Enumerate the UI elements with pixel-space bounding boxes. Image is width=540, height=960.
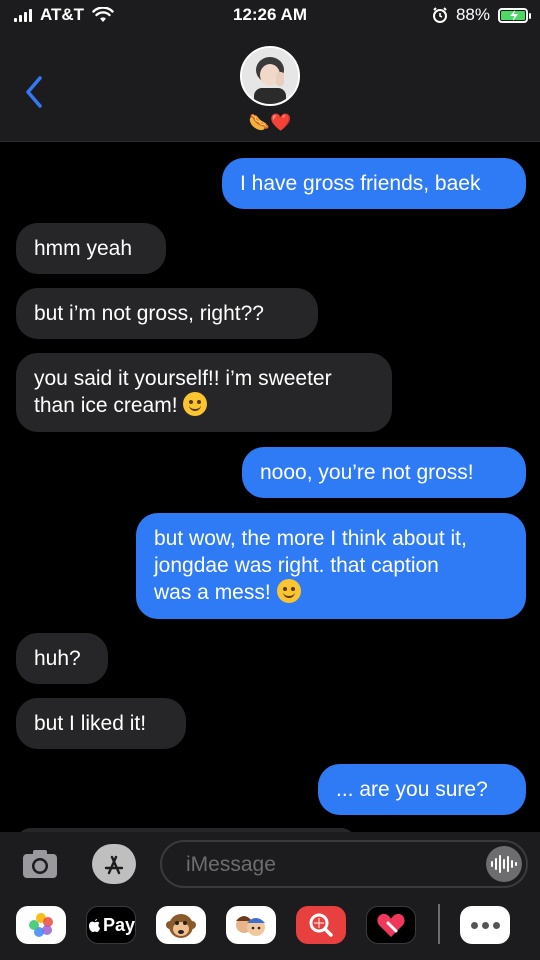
message-thread[interactable]: I have gross friends, baek hmm yeah but … — [0, 142, 540, 832]
status-right: 88% — [432, 5, 531, 25]
digital-touch-app-icon[interactable] — [366, 906, 416, 944]
animoji-app-icon[interactable] — [156, 906, 206, 944]
message-bubble-incoming[interactable]: hmm yeah — [16, 223, 166, 274]
contact-avatar[interactable] — [240, 46, 300, 106]
app-store-icon[interactable] — [92, 844, 136, 884]
sweat-smile-emoji-icon — [276, 579, 301, 603]
audio-message-icon[interactable] — [486, 846, 522, 882]
message-bubble-outgoing[interactable]: I have gross friends, baek — [222, 158, 526, 209]
message-input[interactable]: iMessage — [160, 840, 528, 888]
contact-name-emoji[interactable]: 🌭❤️ — [0, 113, 540, 133]
message-text: I have gross friends, baek — [240, 172, 481, 195]
message-text: but I liked it! — [34, 712, 147, 735]
photos-app-icon[interactable] — [16, 906, 66, 944]
status-bar: AT&T 12:26 AM 88% — [0, 0, 540, 34]
back-chevron-icon[interactable] — [22, 74, 48, 110]
app-drawer-divider — [438, 904, 440, 944]
message-bubble-outgoing[interactable]: nooo, you’re not gross! — [242, 447, 526, 498]
message-text-line: you said it yourself!! i’m sweeter — [34, 367, 332, 390]
apple-logo-icon — [88, 919, 100, 932]
message-text: nooo, you’re not gross! — [260, 461, 474, 484]
message-input-placeholder: iMessage — [186, 853, 276, 876]
apple-pay-label: Pay — [102, 914, 135, 935]
image-search-app-icon[interactable] — [296, 906, 346, 944]
compose-bar: iMessage — [0, 832, 540, 896]
message-text-line: was a mess! — [154, 581, 277, 604]
app-drawer: Pay — [0, 896, 540, 960]
message-bubble-outgoing[interactable]: ... are you sure? — [318, 764, 526, 815]
message-bubble-outgoing[interactable]: but wow, the more I think about it, jong… — [136, 513, 526, 619]
alarm-icon — [432, 7, 447, 23]
message-bubble-incoming[interactable]: but I liked it! — [16, 698, 186, 749]
message-text-line: jongdae was right. that caption — [154, 554, 439, 577]
message-text: ... are you sure? — [336, 778, 488, 801]
apple-pay-app-icon[interactable]: Pay — [86, 906, 136, 944]
battery-percent: 88% — [455, 5, 490, 24]
camera-icon[interactable] — [20, 844, 60, 884]
message-text: but i’m not gross, right?? — [34, 302, 264, 325]
message-text: huh? — [34, 647, 81, 670]
message-text: hmm yeah — [34, 237, 133, 260]
memoji-app-icon[interactable] — [226, 906, 276, 944]
conversation-header: 🌭❤️ — [0, 34, 540, 142]
battery-icon — [498, 7, 531, 23]
message-bubble-incoming[interactable]: huh? — [16, 633, 108, 684]
message-bubble-incoming[interactable]: you said it yourself!! i’m sweeter than … — [16, 353, 392, 432]
more-apps-icon[interactable] — [460, 906, 510, 944]
avatar-photo — [242, 48, 298, 104]
yum-emoji-icon — [183, 392, 208, 416]
message-text-line: than ice cream! — [34, 394, 184, 417]
message-bubble-incoming[interactable]: but i’m not gross, right?? — [16, 288, 318, 339]
message-text-line: but wow, the more I think about it, — [154, 527, 467, 550]
